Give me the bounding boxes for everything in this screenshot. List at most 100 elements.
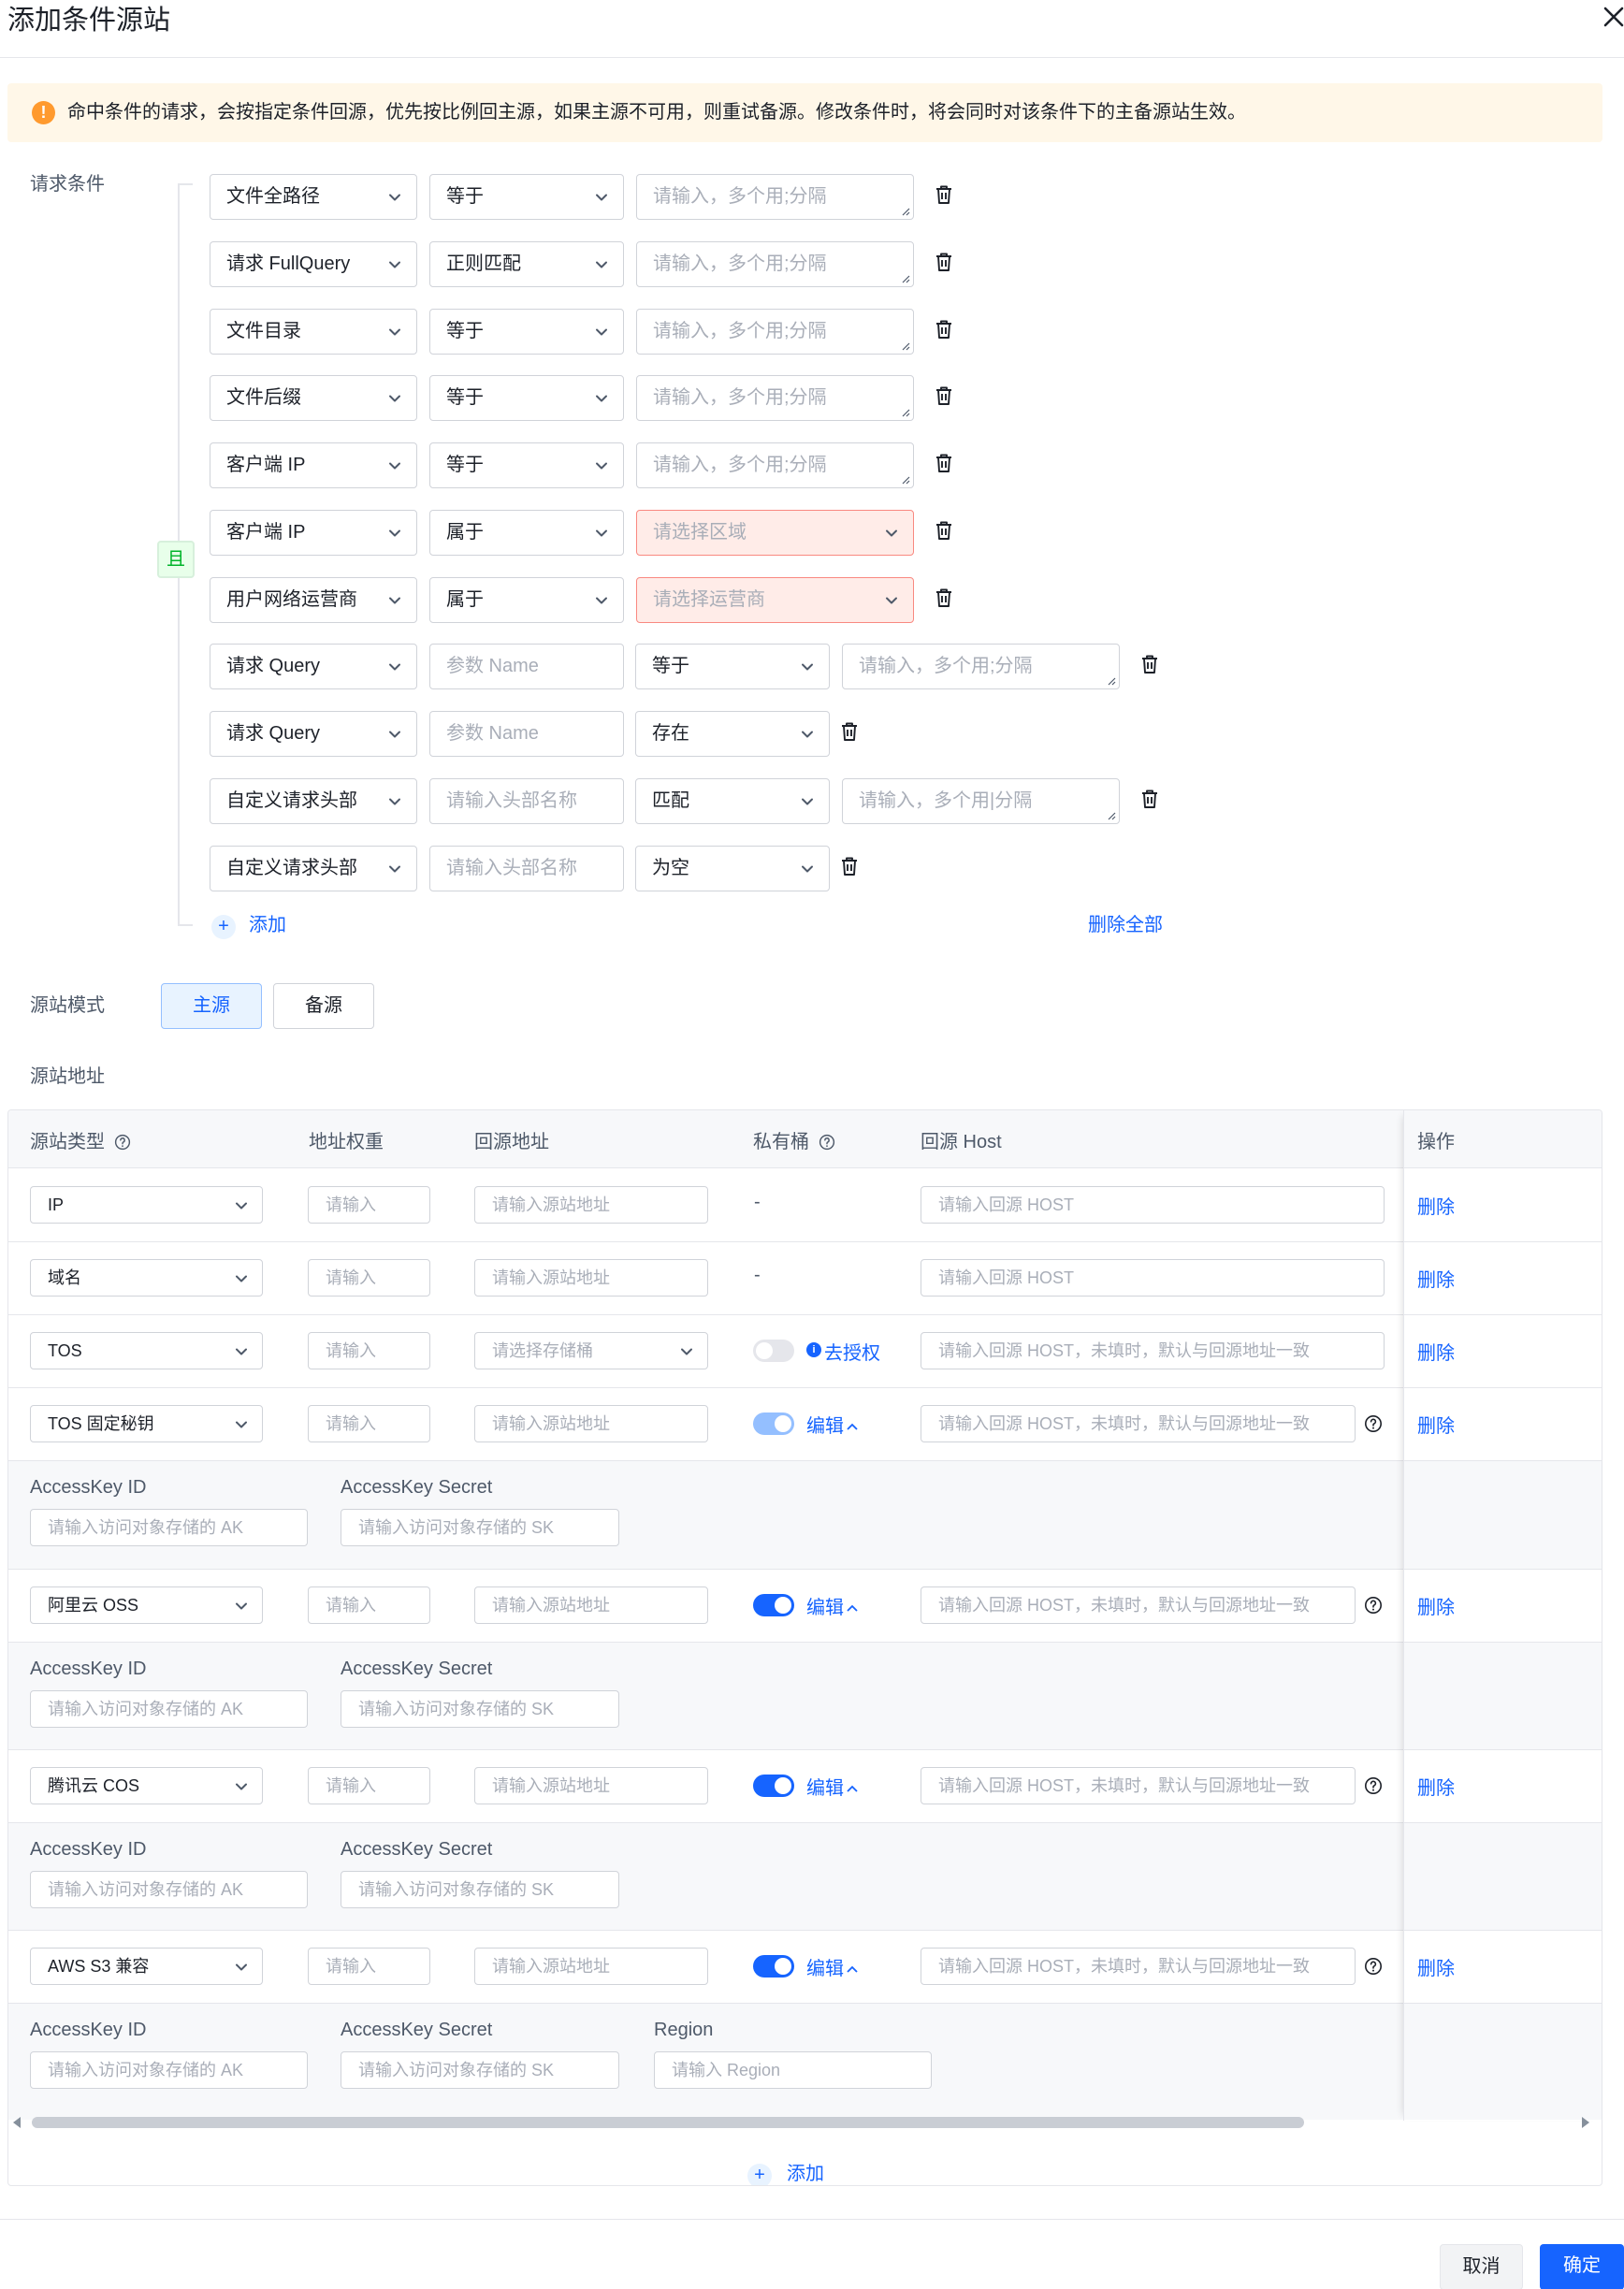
access-key-secret-input[interactable]: 请输入访问对象存储的 SK xyxy=(341,1509,619,1546)
authorize-link[interactable]: 去授权 xyxy=(824,1338,880,1365)
origin-type-select[interactable]: 阿里云 OSS xyxy=(30,1586,263,1624)
origin-weight-input[interactable]: 请输入 xyxy=(308,1767,430,1804)
scroll-left-icon[interactable] xyxy=(11,2116,22,2129)
delete-condition-icon[interactable] xyxy=(934,519,954,542)
table-horizontal-scrollbar[interactable] xyxy=(7,2109,1595,2134)
condition-name-input[interactable]: 参数 Name xyxy=(429,644,624,689)
add-origin-button[interactable]: 添加 xyxy=(787,2162,824,2185)
delete-condition-icon[interactable] xyxy=(934,183,954,206)
origin-weight-input[interactable]: 请输入 xyxy=(308,1186,430,1224)
delete-condition-icon[interactable] xyxy=(934,384,954,407)
origin-address-input[interactable]: 请输入源站地址 xyxy=(474,1586,708,1624)
condition-field-select[interactable]: 用户网络运营商 xyxy=(210,577,417,623)
condition-field-select[interactable]: 自定义请求头部 xyxy=(210,778,417,824)
condition-operator-select[interactable]: 属于 xyxy=(429,577,624,623)
condition-operator-select[interactable]: 匹配 xyxy=(635,778,830,824)
origin-weight-input[interactable]: 请输入 xyxy=(308,1948,430,1985)
condition-value-select[interactable]: 请选择区域 xyxy=(636,510,914,556)
bucket-select[interactable]: 请选择存储桶 xyxy=(474,1332,708,1369)
help-icon[interactable] xyxy=(114,1134,131,1151)
edit-credentials-link[interactable]: 编辑 xyxy=(806,1953,858,1980)
mode-primary-option[interactable]: 主源 xyxy=(161,983,262,1029)
resize-grip-icon[interactable] xyxy=(901,341,910,351)
cancel-button[interactable]: 取消 xyxy=(1440,2244,1523,2289)
close-icon[interactable] xyxy=(1601,4,1624,30)
condition-name-input[interactable]: 参数 Name xyxy=(429,711,624,757)
condition-value-input[interactable]: 请输入，多个用;分隔 xyxy=(636,375,914,421)
scroll-right-icon[interactable] xyxy=(1580,2116,1591,2129)
origin-address-input[interactable]: 请输入源站地址 xyxy=(474,1767,708,1804)
origin-weight-input[interactable]: 请输入 xyxy=(308,1586,430,1624)
origin-type-select[interactable]: TOS xyxy=(30,1332,263,1369)
scroll-thumb[interactable] xyxy=(32,2117,1304,2128)
condition-field-select[interactable]: 文件目录 xyxy=(210,309,417,355)
delete-condition-icon[interactable] xyxy=(934,251,954,273)
condition-operator-select[interactable]: 等于 xyxy=(429,375,624,421)
add-condition-button[interactable]: 添加 xyxy=(249,913,286,938)
resize-grip-icon[interactable] xyxy=(901,207,910,216)
access-key-secret-input[interactable]: 请输入访问对象存储的 SK xyxy=(341,1871,619,1908)
origin-host-input[interactable]: 请输入回源 HOST，未填时，默认与回源地址一致 xyxy=(921,1586,1356,1624)
origin-host-input[interactable]: 请输入回源 HOST，未填时，默认与回源地址一致 xyxy=(921,1767,1356,1804)
origin-type-select[interactable]: 腾讯云 COS xyxy=(30,1767,263,1804)
delete-condition-icon[interactable] xyxy=(934,587,954,609)
access-key-id-input[interactable]: 请输入访问对象存储的 AK xyxy=(30,1509,308,1546)
access-key-secret-input[interactable]: 请输入访问对象存储的 SK xyxy=(341,2051,619,2089)
origin-address-input[interactable]: 请输入源站地址 xyxy=(474,1186,708,1224)
delete-condition-icon[interactable] xyxy=(839,855,860,877)
access-key-id-input[interactable]: 请输入访问对象存储的 AK xyxy=(30,2051,308,2089)
condition-operator-select[interactable]: 等于 xyxy=(429,309,624,355)
add-condition-icon[interactable]: + xyxy=(211,915,236,939)
delete-condition-icon[interactable] xyxy=(934,318,954,340)
condition-operator-select[interactable]: 属于 xyxy=(429,510,624,556)
condition-value-select[interactable]: 请选择运营商 xyxy=(636,577,914,623)
help-icon[interactable] xyxy=(819,1134,835,1151)
condition-field-select[interactable]: 客户端 IP xyxy=(210,510,417,556)
private-bucket-switch[interactable] xyxy=(753,1340,794,1362)
help-icon[interactable] xyxy=(1364,1957,1383,1976)
edit-credentials-link[interactable]: 编辑 xyxy=(806,1773,858,1800)
origin-type-select[interactable]: TOS 固定秘钥 xyxy=(30,1405,263,1442)
logic-and-toggle[interactable]: 且 xyxy=(157,541,195,578)
access-key-id-input[interactable]: 请输入访问对象存储的 AK xyxy=(30,1690,308,1728)
origin-weight-input[interactable]: 请输入 xyxy=(308,1332,430,1369)
condition-value-input[interactable]: 请输入，多个用;分隔 xyxy=(842,644,1120,689)
delete-condition-icon[interactable] xyxy=(934,452,954,474)
origin-host-input[interactable]: 请输入回源 HOST，未填时，默认与回源地址一致 xyxy=(921,1948,1356,1985)
edit-credentials-link[interactable]: 编辑 xyxy=(806,1411,858,1438)
origin-address-input[interactable]: 请输入源站地址 xyxy=(474,1405,708,1442)
condition-value-input[interactable]: 请输入，多个用;分隔 xyxy=(636,442,914,488)
resize-grip-icon[interactable] xyxy=(1107,811,1116,820)
resize-grip-icon[interactable] xyxy=(901,475,910,485)
delete-all-conditions-button[interactable]: 删除全部 xyxy=(1088,913,1163,938)
origin-weight-input[interactable]: 请输入 xyxy=(308,1405,430,1442)
private-bucket-switch[interactable] xyxy=(753,1413,794,1435)
condition-field-select[interactable]: 文件全路径 xyxy=(210,174,417,220)
condition-value-input[interactable]: 请输入，多个用;分隔 xyxy=(636,309,914,355)
delete-condition-icon[interactable] xyxy=(839,720,860,743)
delete-condition-icon[interactable] xyxy=(1139,653,1160,675)
add-origin-icon[interactable]: + xyxy=(747,2164,772,2185)
condition-value-input[interactable]: 请输入，多个用|分隔 xyxy=(842,778,1120,824)
condition-operator-select[interactable]: 存在 xyxy=(635,711,830,757)
resize-grip-icon[interactable] xyxy=(901,408,910,417)
delete-condition-icon[interactable] xyxy=(1139,788,1160,810)
condition-operator-select[interactable]: 等于 xyxy=(429,442,624,488)
mode-backup-option[interactable]: 备源 xyxy=(273,983,374,1029)
private-bucket-switch[interactable] xyxy=(753,1594,794,1616)
condition-value-input[interactable]: 请输入，多个用;分隔 xyxy=(636,241,914,287)
condition-field-select[interactable]: 请求 Query xyxy=(210,711,417,757)
resize-grip-icon[interactable] xyxy=(901,274,910,283)
condition-operator-select[interactable]: 为空 xyxy=(635,846,830,891)
origin-host-input[interactable]: 请输入回源 HOST xyxy=(921,1259,1385,1297)
private-bucket-switch[interactable] xyxy=(753,1775,794,1797)
origin-host-input[interactable]: 请输入回源 HOST，未填时，默认与回源地址一致 xyxy=(921,1405,1356,1442)
condition-field-select[interactable]: 请求 FullQuery xyxy=(210,241,417,287)
condition-field-select[interactable]: 客户端 IP xyxy=(210,442,417,488)
condition-operator-select[interactable]: 正则匹配 xyxy=(429,241,624,287)
access-key-secret-input[interactable]: 请输入访问对象存储的 SK xyxy=(341,1690,619,1728)
origin-address-input[interactable]: 请输入源站地址 xyxy=(474,1259,708,1297)
edit-credentials-link[interactable]: 编辑 xyxy=(806,1592,858,1619)
condition-operator-select[interactable]: 等于 xyxy=(635,644,830,689)
condition-name-input[interactable]: 请输入头部名称 xyxy=(429,846,624,891)
